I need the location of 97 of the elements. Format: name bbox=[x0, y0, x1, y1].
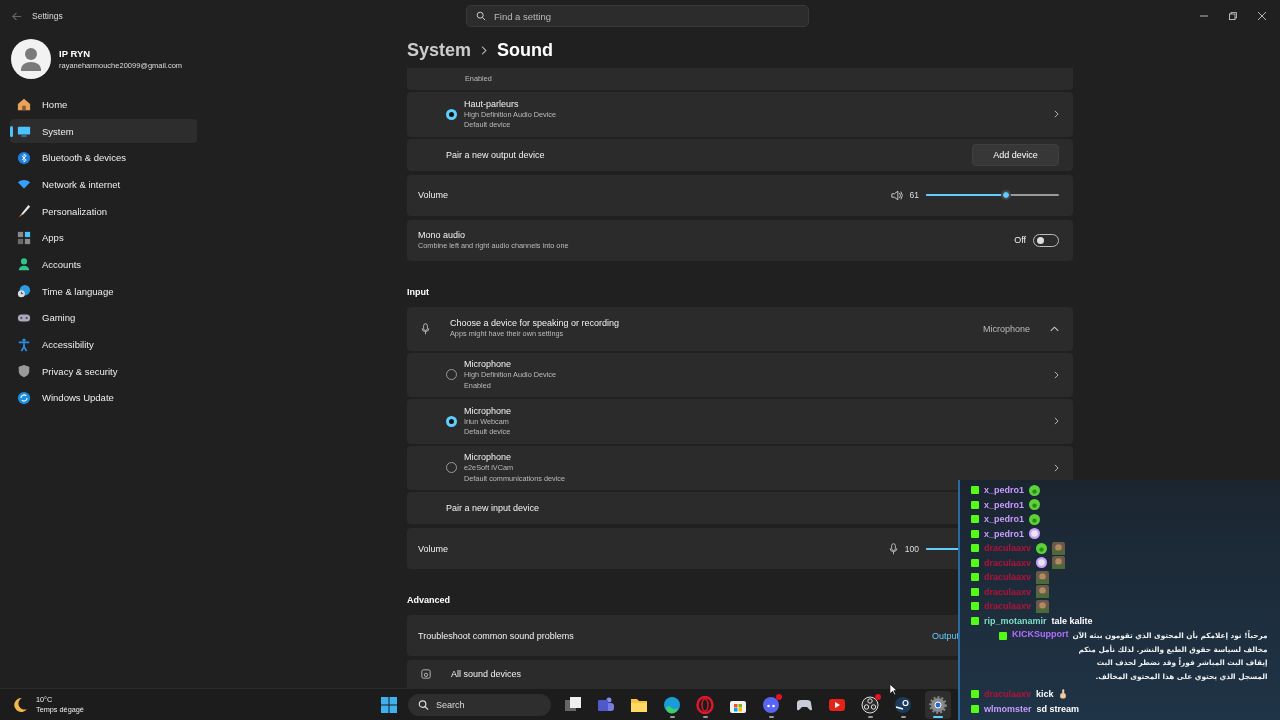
radio-button[interactable] bbox=[446, 415, 457, 427]
nav-item[interactable]: Accessibility bbox=[10, 332, 197, 357]
mouse-cursor-icon bbox=[889, 683, 898, 696]
volume-reading: 61 bbox=[909, 190, 919, 200]
chat-username: draculaaxv bbox=[984, 689, 1032, 700]
section-heading: Advanced bbox=[407, 595, 450, 606]
nav-item[interactable]: Windows Update bbox=[10, 385, 197, 411]
emote-icon bbox=[1036, 542, 1048, 554]
chevron-right-icon bbox=[1054, 370, 1059, 379]
person-icon bbox=[17, 257, 31, 272]
chevron-icon bbox=[481, 45, 488, 55]
nav-item[interactable]: Accounts bbox=[10, 252, 197, 277]
bluetooth-icon bbox=[17, 150, 31, 165]
section-heading: Input bbox=[407, 286, 429, 297]
page-title: Sound bbox=[497, 39, 554, 61]
row-label: All sound devices bbox=[451, 669, 522, 680]
minimize-icon[interactable] bbox=[1200, 12, 1208, 20]
chevron-right-icon bbox=[1054, 417, 1059, 426]
account-name: IP RYN bbox=[59, 48, 92, 59]
chevron-up-icon[interactable] bbox=[1050, 325, 1059, 332]
microphone-icon[interactable] bbox=[888, 542, 898, 555]
nav-item[interactable]: System bbox=[10, 118, 197, 144]
emote-icon bbox=[1036, 557, 1048, 569]
chat-message: kick bbox=[1036, 689, 1054, 700]
nav-item[interactable]: Network & internet bbox=[10, 172, 197, 197]
selected-device: Microphone bbox=[982, 323, 1030, 334]
chat-username: draculaaxv bbox=[984, 601, 1032, 612]
globe-icon bbox=[17, 284, 31, 299]
chat-username: KICKSupport bbox=[1012, 629, 1069, 639]
row-label: Choose a device for speaking or recording bbox=[450, 317, 621, 330]
hand-emoji-icon bbox=[1058, 689, 1067, 700]
chat-username: x_pedro1 bbox=[984, 499, 1025, 510]
k-badge-icon bbox=[999, 632, 1007, 640]
device-name: Haut-parleurs bbox=[464, 97, 520, 110]
row-label: Volume bbox=[418, 190, 449, 200]
chat-username: x_pedro1 bbox=[984, 514, 1025, 525]
emote-icon bbox=[1029, 499, 1041, 511]
emote-icon bbox=[1029, 513, 1041, 525]
accessibility-icon bbox=[17, 337, 31, 352]
emote-icon bbox=[1029, 528, 1041, 540]
brush-icon bbox=[17, 204, 31, 219]
taskbar-search[interactable]: Search bbox=[408, 694, 551, 716]
radio-button[interactable] bbox=[446, 108, 457, 120]
nav-item[interactable]: Time & language bbox=[10, 278, 197, 304]
chevron-right-icon bbox=[1054, 110, 1059, 119]
search-field[interactable]: Find a setting bbox=[466, 5, 809, 27]
nav-item[interactable]: Gaming bbox=[10, 305, 197, 331]
search-icon bbox=[418, 699, 429, 711]
row-label: Volume bbox=[418, 543, 449, 554]
emote-icon bbox=[1029, 484, 1041, 496]
row-label: Troubleshoot common sound problems bbox=[418, 630, 574, 641]
chat-message: tale kalite bbox=[1051, 615, 1093, 626]
breadcrumb-link[interactable]: System bbox=[407, 39, 472, 61]
folder-icon bbox=[630, 696, 648, 714]
taskview-icon bbox=[564, 696, 582, 714]
device-name: Microphone bbox=[464, 358, 513, 371]
nav-item[interactable]: Privacy & security bbox=[10, 358, 197, 384]
chat-username: wlmomster bbox=[984, 703, 1032, 714]
chat-username: draculaaxv bbox=[984, 586, 1032, 597]
add-device-button[interactable]: Add device bbox=[972, 143, 1059, 166]
output-link[interactable]: Output bbox=[931, 630, 959, 641]
chat-message: sd stream bbox=[1036, 703, 1080, 714]
home-icon bbox=[17, 97, 31, 112]
taskbar-app[interactable] bbox=[925, 691, 951, 719]
start-icon[interactable] bbox=[381, 697, 397, 713]
avatar-icon bbox=[11, 39, 51, 79]
speaker-device-icon bbox=[421, 669, 431, 680]
row-label: Pair a new output device bbox=[446, 149, 545, 160]
back-arrow-icon[interactable] bbox=[11, 10, 22, 22]
apps-icon bbox=[17, 230, 31, 245]
search-icon bbox=[476, 11, 486, 21]
maximize-icon[interactable] bbox=[1229, 12, 1237, 20]
nav-item[interactable]: Bluetooth & devices bbox=[10, 145, 197, 171]
row-label: Mono audio bbox=[418, 228, 467, 241]
nav-item[interactable]: Personalization bbox=[10, 198, 197, 224]
chat-username: x_pedro1 bbox=[984, 528, 1025, 539]
toggle-state: Off bbox=[1014, 235, 1026, 245]
nav-item[interactable]: Home bbox=[10, 92, 197, 117]
settings-icon bbox=[929, 696, 947, 714]
speaker-icon[interactable] bbox=[890, 189, 903, 201]
window-title: Settings bbox=[32, 11, 63, 21]
chat-username: draculaaxv bbox=[984, 572, 1032, 583]
microphone-icon bbox=[421, 322, 430, 335]
close-icon[interactable] bbox=[1258, 12, 1266, 20]
device-name: Microphone bbox=[464, 451, 513, 464]
system-icon bbox=[17, 124, 31, 139]
nav-item[interactable]: Apps bbox=[10, 225, 197, 251]
chat-username: draculaaxv bbox=[984, 543, 1032, 554]
chevron-right-icon bbox=[1054, 463, 1059, 472]
chat-username: draculaaxv bbox=[984, 557, 1032, 568]
volume-reading: 100 bbox=[904, 543, 919, 554]
shield-icon bbox=[17, 364, 31, 379]
device-name: Microphone bbox=[464, 404, 513, 417]
row-label: Pair a new input device bbox=[446, 503, 540, 514]
moon-icon bbox=[12, 696, 28, 713]
update-icon bbox=[17, 390, 31, 405]
chat-username: rip_motanamir bbox=[984, 615, 1047, 626]
